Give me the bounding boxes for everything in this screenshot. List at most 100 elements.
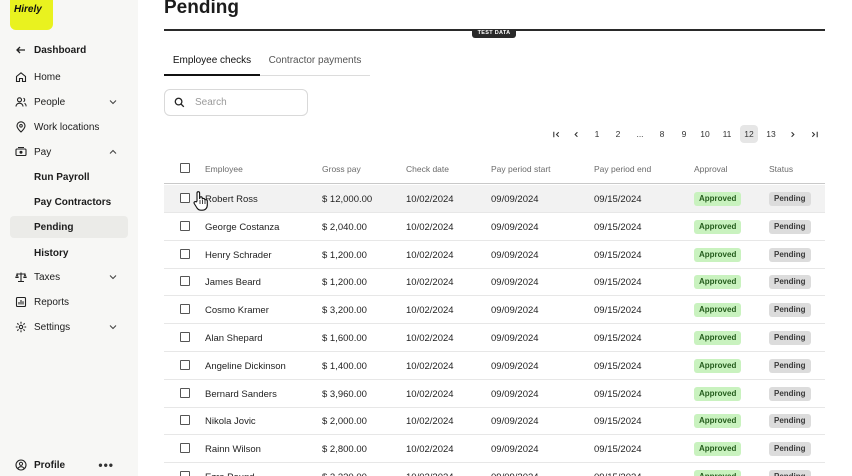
table-row[interactable]: Robert Ross $ 12,000.00 10/02/2024 09/09/20… — [164, 185, 825, 213]
prev-page-button[interactable] — [567, 125, 585, 143]
chevron-down-icon[interactable] — [108, 322, 118, 332]
sidebar-item-taxes[interactable]: Taxes — [10, 266, 128, 288]
sidebar-item-label: People — [34, 96, 66, 108]
sidebar-back-dashboard[interactable]: Dashboard — [10, 39, 128, 61]
approval-badge: Approved — [694, 275, 742, 290]
more-options-icon[interactable]: ••• — [98, 458, 114, 472]
row-checkbox[interactable] — [180, 276, 190, 287]
page-title: Pending — [164, 0, 239, 18]
sidebar-item-label: Pending — [34, 221, 74, 233]
page-button[interactable]: 11 — [718, 125, 736, 143]
sidebar-item-pay[interactable]: Pay — [10, 141, 128, 163]
sidebar-item-reports[interactable]: Reports — [10, 291, 128, 313]
cell-employee: Ezra Pound — [205, 472, 255, 476]
cell-employee: Bernard Sanders — [205, 388, 277, 400]
column-header-employee[interactable]: Employee — [205, 164, 243, 174]
table-row[interactable]: Bernard Sanders $ 3,960.00 10/02/2024 09/09… — [164, 380, 825, 408]
column-header-approval[interactable]: Approval — [694, 164, 728, 174]
approval-badge: Approved — [694, 247, 742, 262]
row-checkbox[interactable] — [180, 415, 190, 426]
tab-contractor-payments[interactable]: Contractor payments — [260, 50, 370, 76]
brand-logo[interactable]: Hirely — [10, 0, 53, 30]
row-checkbox[interactable] — [180, 443, 190, 454]
cell-gross-pay: $ 2,800.00 — [322, 444, 367, 456]
status-badge: Pending — [769, 470, 811, 476]
sidebar-item-home[interactable]: Home — [10, 66, 128, 88]
sidebar-item-history[interactable]: History — [10, 242, 128, 264]
sidebar: Hirely Dashboard Home People Work locati… — [0, 0, 138, 476]
gear-icon — [14, 320, 28, 334]
page-button[interactable]: 9 — [675, 125, 693, 143]
row-checkbox[interactable] — [180, 359, 190, 370]
approval-badge: Approved — [694, 192, 742, 206]
scale-icon — [14, 270, 28, 284]
row-checkbox[interactable] — [180, 304, 190, 315]
status-badge: Pending — [769, 442, 811, 457]
page-ellipsis: ... — [636, 129, 644, 139]
last-page-icon — [811, 131, 818, 137]
sidebar-item-run-payroll[interactable]: Run Payroll — [10, 166, 128, 188]
search-input[interactable] — [195, 97, 295, 108]
select-all-checkbox[interactable] — [180, 163, 190, 173]
row-checkbox[interactable] — [180, 387, 190, 398]
cell-check-date: 10/02/2024 — [406, 388, 454, 400]
next-page-button[interactable] — [783, 125, 801, 143]
chevron-up-icon[interactable] — [108, 147, 118, 157]
chevron-down-icon[interactable] — [108, 272, 118, 282]
cell-check-date: 10/02/2024 — [406, 221, 454, 233]
status-badge: Pending — [769, 386, 811, 401]
sidebar-item-pending[interactable]: Pending — [10, 216, 128, 238]
cell-check-date: 10/02/2024 — [406, 360, 454, 372]
first-page-button[interactable] — [547, 125, 565, 143]
sidebar-item-work-locations[interactable]: Work locations — [10, 116, 128, 138]
sidebar-item-profile[interactable]: Profile ••• — [10, 454, 128, 476]
page-button[interactable]: 8 — [653, 125, 671, 143]
reports-icon — [14, 295, 28, 309]
brand-logo-text: Hirely — [14, 4, 42, 15]
page-button-current[interactable]: 12 — [740, 125, 758, 143]
table-row[interactable]: Angeline Dickinson $ 1,400.00 10/02/2024 09… — [164, 352, 825, 380]
last-page-button[interactable] — [805, 125, 823, 143]
table-row[interactable]: James Beard $ 1,200.00 10/02/2024 09/09/202… — [164, 268, 825, 297]
cell-gross-pay: $ 2,040.00 — [322, 221, 367, 233]
cell-pay-period-start: 09/09/2024 — [491, 305, 539, 317]
table-row[interactable]: Cosmo Kramer $ 3,200.00 10/02/2024 09/09/20… — [164, 296, 825, 325]
cell-employee: James Beard — [205, 277, 261, 289]
cell-gross-pay: $ 1,200.00 — [322, 249, 367, 261]
page-button[interactable]: 1 — [588, 125, 606, 143]
sidebar-item-people[interactable]: People — [10, 91, 128, 113]
tab-employee-checks[interactable]: Employee checks — [164, 50, 260, 76]
sidebar-item-settings[interactable]: Settings — [10, 316, 128, 338]
page-button[interactable]: 2 — [609, 125, 627, 143]
cell-employee: Nikola Jovic — [205, 416, 256, 428]
table-row[interactable]: Alan Shepard $ 1,600.00 10/02/2024 09/09/20… — [164, 324, 825, 352]
search-box[interactable] — [164, 89, 308, 116]
sidebar-item-pay-contractors[interactable]: Pay Contractors — [10, 191, 128, 213]
cell-gross-pay: $ 3,960.00 — [322, 388, 367, 400]
sidebar-item-label: History — [34, 247, 69, 259]
row-checkbox[interactable] — [180, 471, 190, 476]
page-button[interactable]: 10 — [696, 125, 714, 143]
row-checkbox[interactable] — [180, 220, 190, 231]
row-checkbox[interactable] — [180, 248, 190, 259]
row-checkbox[interactable] — [180, 193, 190, 203]
chevron-down-icon[interactable] — [108, 97, 118, 107]
table-row[interactable]: Nikola Jovic $ 2,000.00 10/02/2024 09/09/20… — [164, 407, 825, 436]
cell-check-date: 10/02/2024 — [406, 416, 454, 428]
column-header-pay-period-start[interactable]: Pay period start — [491, 164, 551, 174]
table-row[interactable]: Rainn Wilson $ 2,800.00 10/02/2024 09/09/20… — [164, 435, 825, 464]
column-header-gross-pay[interactable]: Gross pay — [322, 164, 361, 174]
cell-pay-period-start: 09/09/2024 — [491, 360, 539, 372]
table-row[interactable]: Henry Schrader $ 1,200.00 10/02/2024 09/09/… — [164, 241, 825, 269]
table-row[interactable]: George Costanza $ 2,040.00 10/02/2024 09/09… — [164, 213, 825, 241]
column-header-pay-period-end[interactable]: Pay period end — [594, 164, 651, 174]
column-header-status[interactable]: Status — [769, 164, 793, 174]
table-row[interactable]: Ezra Pound $ 2,320.00 10/02/2024 09/09/2024… — [164, 463, 825, 476]
row-checkbox[interactable] — [180, 332, 190, 342]
page-button[interactable]: 13 — [762, 125, 780, 143]
column-header-check-date[interactable]: Check date — [406, 164, 449, 174]
hand-cursor-icon — [193, 191, 208, 211]
approval-badge: Approved — [694, 303, 742, 318]
cell-pay-period-end: 09/15/2024 — [594, 472, 642, 476]
cell-pay-period-start: 09/09/2024 — [491, 388, 539, 400]
